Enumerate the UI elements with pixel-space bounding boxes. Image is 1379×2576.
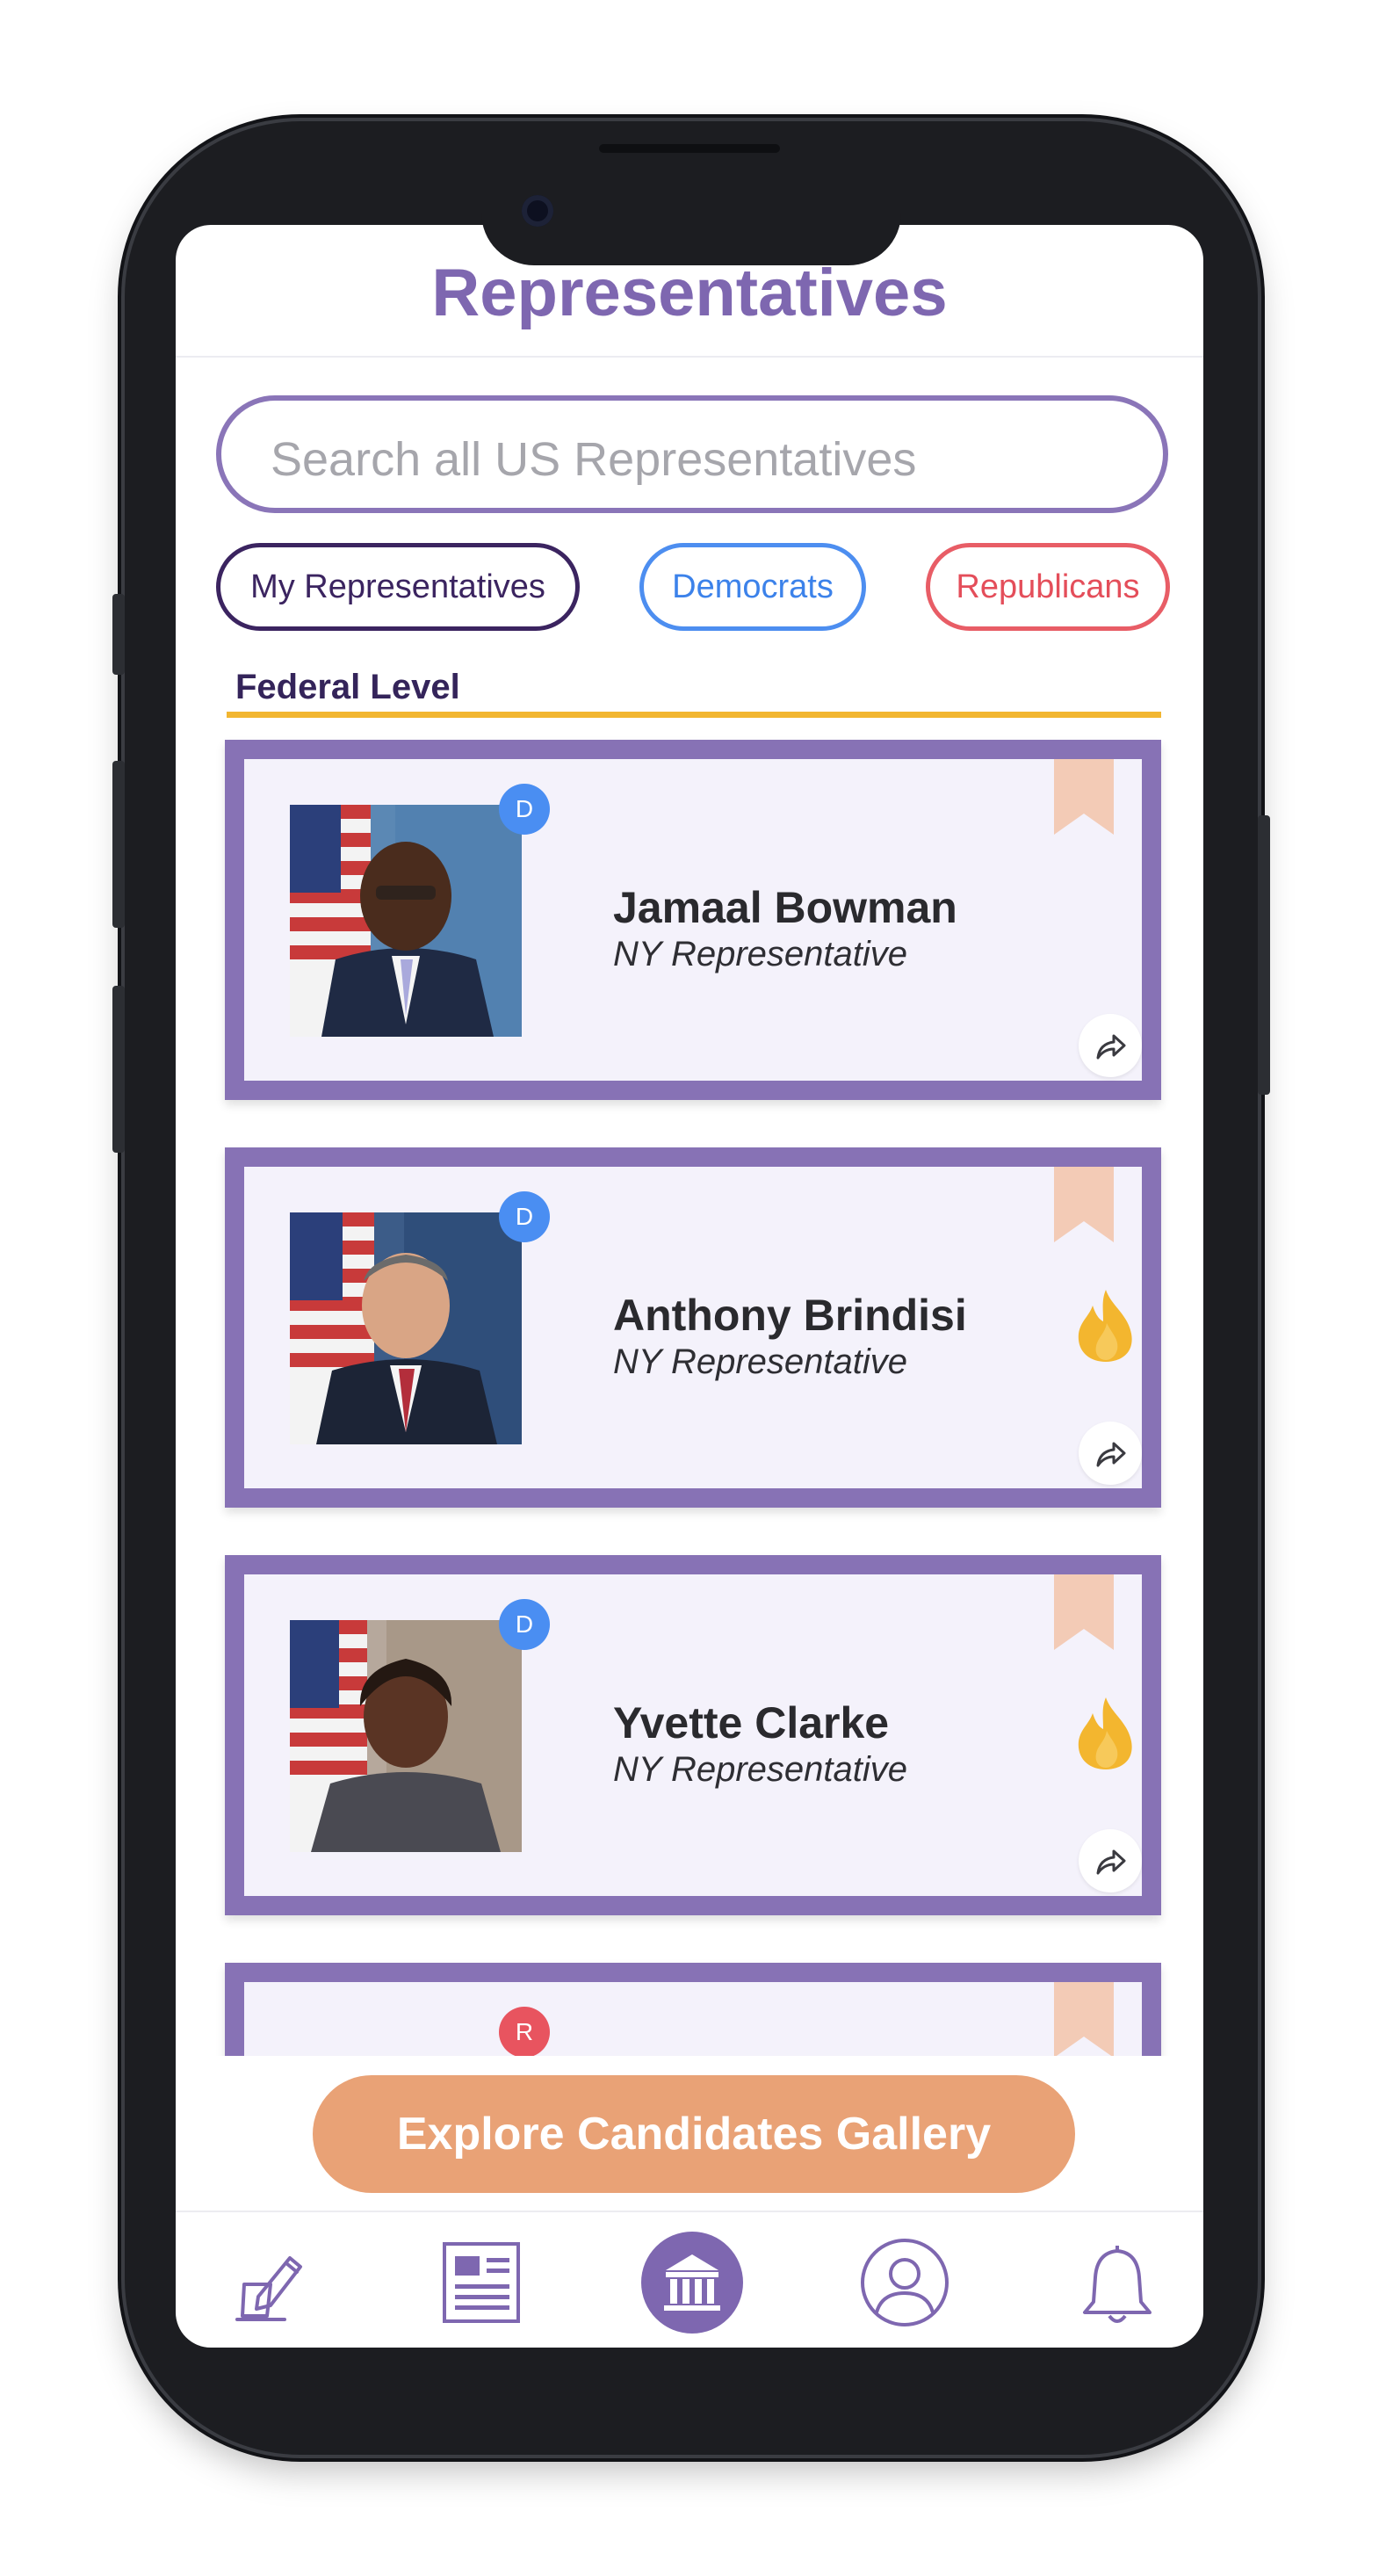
nav-profile[interactable] — [852, 2230, 957, 2335]
representative-photo — [290, 805, 522, 1037]
representative-role: NY Representative — [613, 1750, 907, 1789]
filter-my-representatives[interactable]: My Representatives — [216, 543, 580, 631]
search-placeholder: Search all US Representatives — [271, 433, 917, 486]
representative-name: Anthony Brindisi — [613, 1291, 967, 1340]
section-underline — [227, 712, 1161, 718]
representative-card[interactable]: D Anthony Brindisi NY Representative — [225, 1147, 1161, 1508]
filter-democrats[interactable]: Democrats — [639, 543, 866, 631]
explore-candidates-button[interactable]: Explore Candidates Gallery — [313, 2075, 1075, 2193]
representative-card[interactable]: D Jamaal Bowman NY Representative — [225, 740, 1161, 1100]
nav-representatives[interactable] — [639, 2230, 745, 2335]
share-button[interactable] — [1079, 1014, 1142, 1077]
nav-divider — [176, 2211, 1203, 2212]
representative-name: Jamaal Bowman — [613, 883, 957, 932]
representative-card[interactable]: R — [225, 1963, 1161, 2056]
representative-role: NY Representative — [613, 935, 907, 973]
party-badge: D — [499, 784, 550, 835]
page-title: Representatives — [431, 256, 948, 330]
party-badge: D — [499, 1191, 550, 1242]
nav-notifications[interactable] — [1065, 2230, 1170, 2335]
news-icon — [443, 2242, 520, 2323]
share-icon — [1096, 1442, 1126, 1467]
bookmark-icon[interactable] — [1054, 1982, 1114, 2056]
representative-name: Yvette Clarke — [613, 1698, 890, 1747]
share-icon — [1096, 1849, 1126, 1875]
speaker-grille — [599, 144, 780, 153]
share-button[interactable] — [1079, 1829, 1142, 1892]
volume-down-button — [112, 986, 125, 1153]
section-label: Federal Level — [235, 668, 460, 706]
nav-news[interactable] — [429, 2230, 534, 2335]
nav-pen-paper[interactable] — [221, 2230, 327, 2335]
power-button — [1258, 815, 1270, 1095]
mute-switch — [112, 594, 125, 675]
fire-icon — [1078, 1697, 1132, 1769]
representative-role: NY Representative — [613, 1342, 907, 1381]
bookmark-icon[interactable] — [1054, 1167, 1114, 1242]
front-camera — [522, 195, 553, 227]
fire-icon — [1078, 1290, 1132, 1362]
bell-icon — [1083, 2246, 1152, 2323]
representatives-list[interactable]: D Jamaal Bowman NY Representative D Anth… — [176, 720, 1203, 2056]
header-divider — [176, 356, 1203, 358]
bookmark-icon[interactable] — [1054, 759, 1114, 835]
search-input[interactable]: Search all US Representatives — [216, 395, 1168, 513]
profile-icon — [861, 2239, 949, 2326]
bookmark-icon[interactable] — [1054, 1574, 1114, 1650]
representative-card[interactable]: D Yvette Clarke NY Representative — [225, 1555, 1161, 1915]
share-button[interactable] — [1079, 1422, 1142, 1485]
representative-photo — [290, 1620, 522, 1852]
party-badge: D — [499, 1599, 550, 1650]
share-icon — [1096, 1034, 1126, 1060]
pen-paper-icon — [235, 2256, 302, 2321]
capitol-building-icon — [641, 2232, 743, 2334]
filter-republicans[interactable]: Republicans — [926, 543, 1170, 631]
volume-up-button — [112, 761, 125, 928]
party-badge: R — [499, 2007, 550, 2056]
representative-photo — [290, 1212, 522, 1444]
